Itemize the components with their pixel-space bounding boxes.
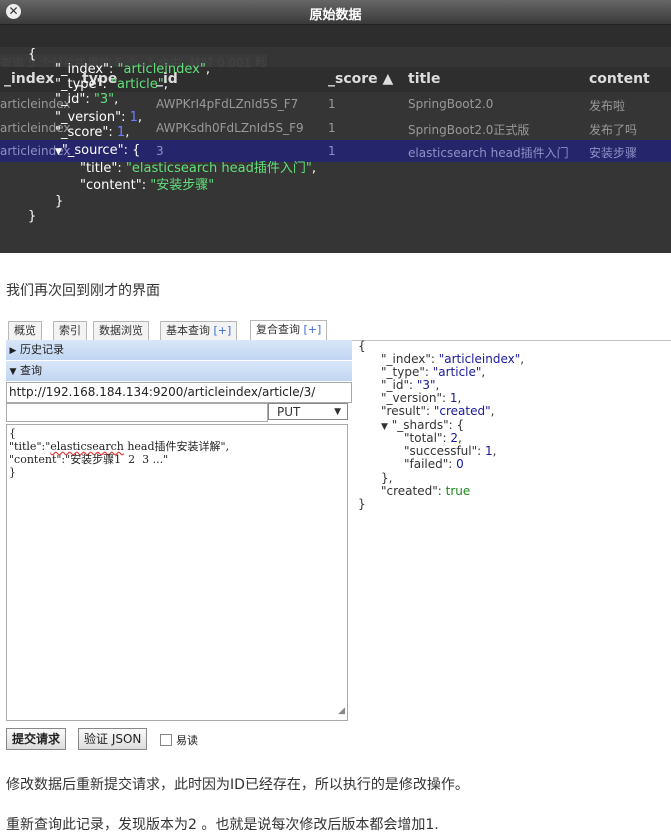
cell-score: 1	[328, 144, 336, 158]
url-input[interactable]: http://192.168.184.134:9200/articleindex…	[6, 382, 352, 403]
history-section[interactable]: ▶ 历史记录	[6, 340, 352, 360]
tab-browser[interactable]: 数据浏览	[93, 321, 149, 340]
dropdown-arrow-icon: ▼	[334, 407, 341, 417]
resize-handle-icon[interactable]: ◢	[338, 705, 345, 718]
cell-id: AWPKrI4pFdLZnId5S_F7	[156, 97, 299, 111]
col-score[interactable]: _score ▲	[328, 71, 393, 87]
cell-title: SpringBoot2.0正式版	[408, 123, 530, 137]
cell-title: SpringBoot2.0	[408, 97, 494, 111]
method-select[interactable]: PUT ▼	[268, 403, 348, 420]
tab-compound-query[interactable]: 复合查询 [+]	[250, 320, 328, 341]
tab-overview[interactable]: 概览	[8, 321, 42, 340]
col-content[interactable]: content	[589, 71, 650, 87]
cell-score: 1	[328, 121, 336, 135]
request-body-editor[interactable]: { "title":"elasticsearch head插件安装详解", "c…	[6, 424, 348, 721]
col-title[interactable]: title	[408, 71, 440, 87]
cell-content: 发布啦	[589, 99, 626, 113]
collapse-icon[interactable]: ▼	[381, 422, 388, 432]
col-index: _index	[4, 71, 55, 87]
path-input[interactable]	[6, 403, 268, 422]
method-row: PUT ▼	[6, 403, 352, 422]
chevron-right-icon: ▶	[9, 346, 17, 356]
dialog-title: 原始数据	[309, 8, 362, 23]
paragraph-conclusion: 重新查询此记录，发现版本为2 。也就是说每次修改后版本都会增加1.	[6, 817, 439, 833]
action-buttons: 提交请求 验证 JSON 易读	[6, 726, 352, 752]
cell-id: AWPKsdh0FdLZnId5S_F9	[156, 121, 304, 135]
tab-basic-query[interactable]: 基本查询 [+]	[160, 321, 238, 340]
cell-id: 3	[156, 144, 164, 158]
cell-content: 发布了吗	[589, 123, 638, 137]
cell-content: 安装步骤	[589, 146, 638, 160]
readable-checkbox[interactable]	[160, 734, 172, 746]
dialog-titlebar: ✕ 原始数据	[0, 0, 671, 25]
cell-title: elasticsearch head插件入门	[408, 146, 569, 160]
paragraph-intro: 我们再次回到刚才的界面	[6, 283, 160, 299]
readable-label: 易读	[176, 734, 198, 747]
query-section[interactable]: ▼ 查询	[6, 361, 352, 381]
tab-indices[interactable]: 索引	[53, 321, 87, 340]
query-form: ▶ 历史记录 ▼ 查询 http://192.168.184.134:9200/ar…	[6, 340, 352, 754]
chevron-down-icon: ▼	[9, 367, 17, 377]
submit-request-button[interactable]: 提交请求	[6, 728, 67, 750]
validate-json-button[interactable]: 验证 JSON	[78, 728, 148, 750]
dialog-toolbar	[0, 25, 671, 48]
es-head-panel: 概览 索引 数据浏览 基本查询 [+] 复合查询 [+] ▶ 历史记录 ▼ 查询 h…	[6, 318, 671, 754]
paragraph-explanation: 修改数据后重新提交请求，此时因为ID已经存在，所以执行的是修改操作。	[6, 777, 469, 793]
cell-score: 1	[328, 97, 336, 111]
raw-data-dialog: ✕ 原始数据 查询 5 个分片中用的 5 个. 3 命中. 耗时 0.001 秒…	[0, 0, 671, 253]
tab-bar: 概览 索引 数据浏览 基本查询 [+] 复合查询 [+]	[6, 318, 671, 341]
